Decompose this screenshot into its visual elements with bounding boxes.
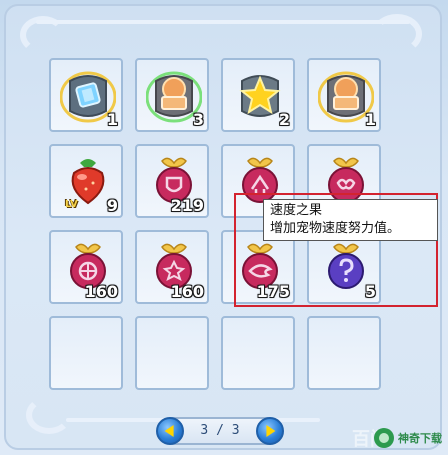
pagination: 3 / 3 (156, 417, 284, 445)
arrow-right-icon (266, 425, 276, 437)
item-slot[interactable]: 1 (307, 58, 381, 132)
item-count: 3 (192, 110, 204, 129)
item-slot[interactable]: 219 (135, 144, 209, 218)
item-count: 219 (170, 196, 204, 215)
item-count: 2 (278, 110, 290, 129)
arrow-left-icon (164, 425, 174, 437)
item-slot[interactable]: 2 (221, 58, 295, 132)
tooltip-description: 增加宠物速度努力值。 (270, 221, 401, 236)
watermark-logo-icon (374, 428, 394, 448)
empty-item-slot[interactable] (221, 316, 295, 390)
corner-swirl-decoration (26, 396, 72, 434)
item-count: 160 (84, 282, 118, 301)
watermark-text: 神奇下载 (398, 432, 442, 445)
item-tooltip: 速度之果 增加宠物速度努力值。 (263, 199, 438, 241)
empty-item-slot[interactable] (307, 316, 381, 390)
item-slot[interactable]: 160 (135, 230, 209, 304)
tooltip-title: 速度之果 (270, 203, 323, 218)
item-count: 1 (106, 110, 118, 129)
item-slot[interactable]: 3 (135, 58, 209, 132)
level-badge: LV (65, 199, 78, 210)
item-count: 9 (106, 196, 118, 215)
watermark: 神奇下载 (374, 427, 442, 449)
item-slot[interactable]: 160 (49, 230, 123, 304)
item-slot[interactable]: LV 9 (49, 144, 123, 218)
item-slot[interactable]: 1 (49, 58, 123, 132)
page-indicator: 3 / 3 (200, 423, 240, 438)
prev-page-button[interactable] (156, 417, 184, 445)
item-count: 160 (170, 282, 204, 301)
item-count: 1 (364, 110, 376, 129)
empty-item-slot[interactable] (49, 316, 123, 390)
next-page-button[interactable] (256, 417, 284, 445)
top-stripe-decoration (36, 20, 410, 24)
empty-item-slot[interactable] (135, 316, 209, 390)
